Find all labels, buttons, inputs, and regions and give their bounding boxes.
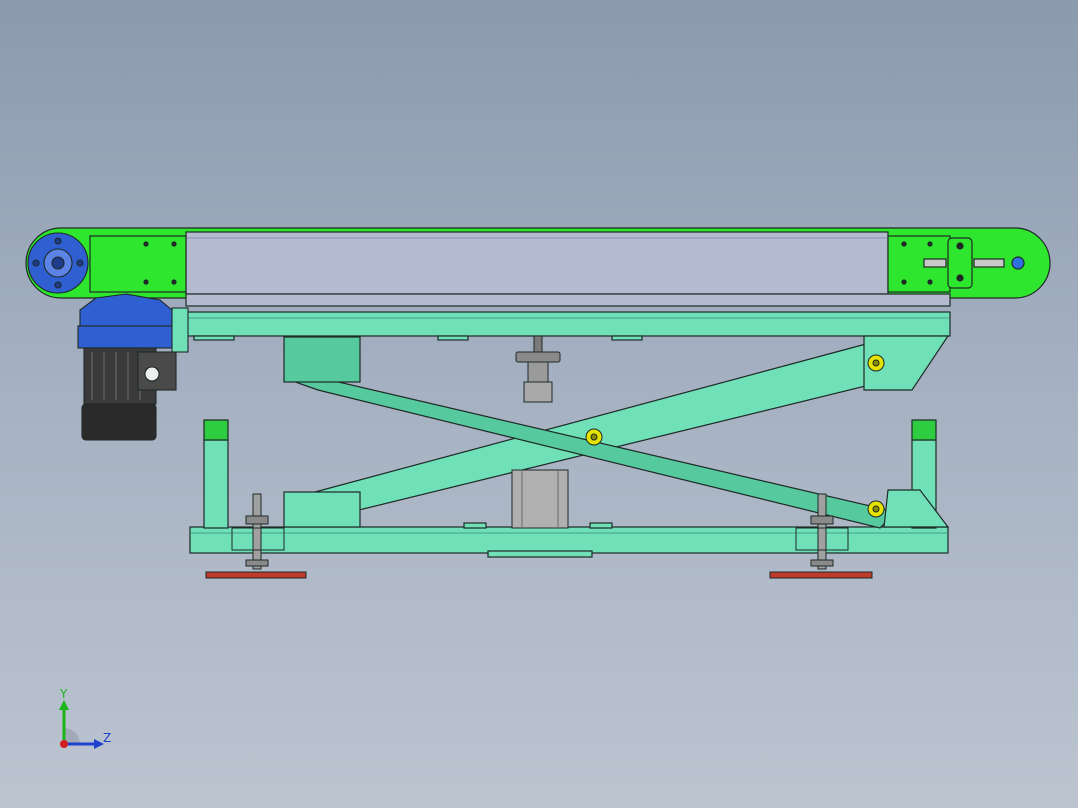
y-axis-label: Y [59,687,68,701]
coordinate-triad-icon: Y Z [48,684,128,764]
z-axis-label: Z [103,731,111,745]
belt-conveyor [25,227,1051,307]
scissor-arms [282,335,950,529]
triad-graphic: Y Z [59,687,111,749]
cad-viewport[interactable]: Y Z [0,0,1078,808]
scissor-lift-conveyor-model[interactable] [0,0,1078,808]
